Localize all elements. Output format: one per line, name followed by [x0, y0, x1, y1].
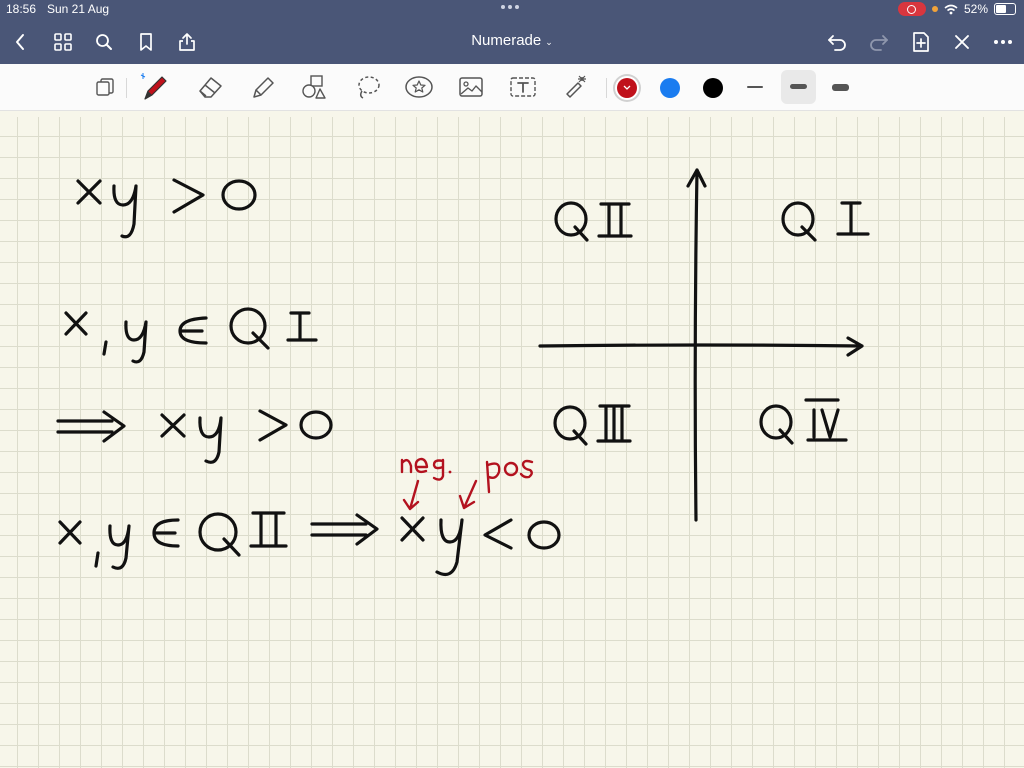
quadrant-label-4 [759, 398, 848, 445]
annotation-neg [400, 457, 452, 511]
battery-level-fill [996, 5, 1007, 13]
handwritten-line-4 [58, 511, 561, 576]
status-date: Sun 21 Aug [47, 2, 110, 16]
redo-icon[interactable] [867, 30, 891, 54]
undo-icon[interactable] [825, 30, 849, 54]
chevron-down-icon: ⌄ [545, 37, 553, 47]
handwritten-line-1 [76, 178, 257, 239]
toolbar-divider [606, 78, 607, 98]
quadrant-label-2 [554, 201, 633, 242]
eraser-icon[interactable] [195, 73, 225, 101]
quadrant-label-3 [553, 404, 632, 446]
status-icons: 52% [897, 2, 1016, 16]
lasso-icon[interactable] [353, 73, 383, 101]
top-navigation-bar: 18:56 Sun 21 Aug 52% Numerade ⌄ [0, 0, 1024, 64]
text-icon[interactable] [508, 73, 538, 101]
stroke-width-thin[interactable] [747, 86, 763, 88]
handwriting-canvas [56, 168, 870, 576]
handwritten-line-3 [56, 409, 333, 464]
microphone-indicator-icon [931, 6, 938, 12]
screen-recording-icon [897, 2, 926, 16]
chevron-down-icon [623, 85, 631, 90]
stroke-width-medium[interactable] [790, 84, 807, 89]
annotation-pos [458, 459, 534, 510]
more-options-icon[interactable] [991, 30, 1015, 54]
drawing-toolbar [0, 64, 1024, 111]
quadrant-label-1 [781, 201, 870, 242]
close-icon[interactable] [950, 30, 974, 54]
color-swatch-black[interactable] [703, 78, 723, 98]
status-time: 18:56 [6, 2, 37, 16]
laser-pointer-icon[interactable] [561, 73, 591, 101]
shapes-icon[interactable] [299, 73, 329, 101]
sticker-icon[interactable] [404, 73, 434, 101]
highlighter-icon[interactable] [248, 73, 278, 101]
stroke-width-thick[interactable] [832, 84, 849, 91]
add-page-icon[interactable] [909, 30, 933, 54]
battery-icon [994, 3, 1016, 15]
handwritten-line-2 [64, 307, 318, 364]
battery-percent: 52% [963, 2, 988, 16]
color-swatch-blue[interactable] [660, 78, 680, 98]
image-icon[interactable] [456, 73, 486, 101]
toolbar-divider [126, 78, 127, 98]
multitasking-grabber[interactable] [501, 5, 519, 9]
wifi-icon [944, 4, 958, 14]
document-pages-icon[interactable] [90, 73, 120, 101]
document-title: Numerade [471, 32, 542, 49]
note-page[interactable] [0, 117, 1024, 768]
pen-icon[interactable] [140, 73, 170, 101]
